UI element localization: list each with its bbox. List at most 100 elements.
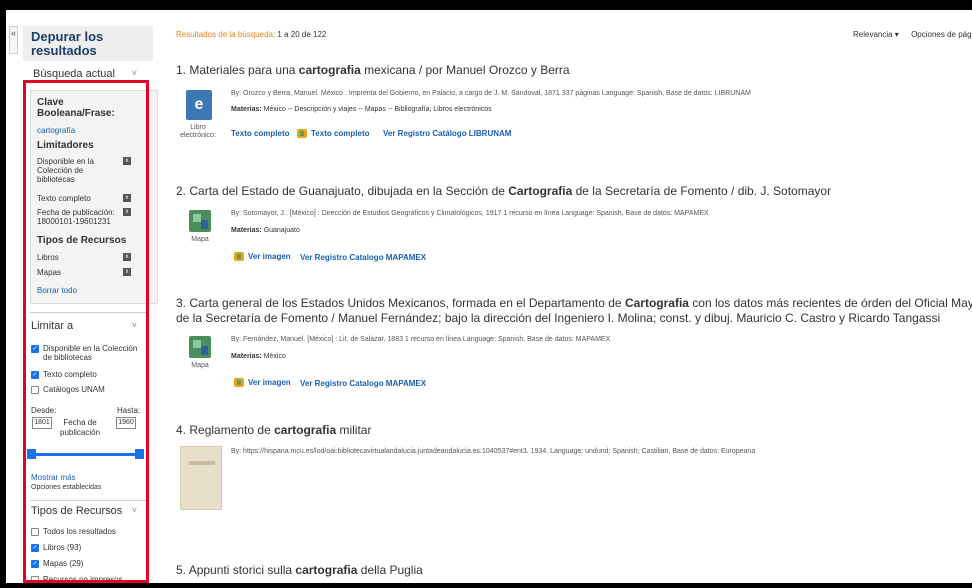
record-by-line: By: Sotomayor, J.. [México] : Dirección … (231, 210, 709, 217)
title-text: mexicana / por Manuel Orozco y Berra (360, 63, 570, 77)
keyword-value[interactable]: cartografía (37, 126, 75, 135)
record-title[interactable]: 2. Carta del Estado de Guanajuato, dibuj… (176, 184, 831, 199)
set-options-link[interactable]: Opciones establecidas (31, 484, 101, 491)
limit-option-full-text[interactable]: ✓ Texto completo (31, 370, 146, 379)
document-icon (297, 129, 307, 139)
date-to-label: Hasta: (117, 406, 141, 415)
format-label: Mapa (191, 362, 209, 369)
format-label: Mapa (191, 236, 209, 243)
subjects-value: Guanajuato (263, 227, 300, 234)
top-frame-bar (0, 0, 972, 10)
title-text: Materiales para una (189, 63, 299, 77)
subjects-value: México -- Descripción y viajes -- Mapas … (263, 106, 492, 113)
record-title[interactable]: 3. Carta general de los Estados Unidos M… (176, 296, 972, 311)
title-text: della Puglia (357, 563, 423, 577)
ebook-icon[interactable]: e (186, 90, 212, 120)
date-range-slider[interactable] (27, 449, 144, 459)
slider-handle-min[interactable] (27, 449, 36, 459)
date-to-input[interactable]: 1960 (116, 417, 136, 429)
type-option-books[interactable]: ✓ Libros (93) (31, 543, 146, 552)
date-from-input[interactable]: 1801 (32, 417, 52, 429)
checkbox-checked-icon[interactable]: ✓ (31, 544, 39, 552)
full-text-pdf-link[interactable]: Texto completo (297, 129, 370, 139)
remove-limiter-pub-date-icon[interactable]: x (123, 208, 131, 216)
type-books: Libros (37, 253, 59, 262)
title-text: Carta general de los Estados Unidos Mexi… (189, 296, 625, 310)
sort-bar: Relevancia ▾ Opciones de pág (853, 30, 972, 39)
type-option-all[interactable]: Todos los resultados (31, 527, 146, 536)
record-number: 3. (176, 296, 187, 310)
record-number: 4. (176, 423, 187, 437)
checkbox-checked-icon[interactable]: ✓ (31, 560, 39, 568)
limiter-full-text: Texto completo (37, 194, 91, 203)
map-icon[interactable] (189, 210, 211, 232)
title-highlight: cartografia (298, 63, 361, 77)
chevron-down-icon: ˅ (131, 505, 137, 515)
page-options-dropdown[interactable]: Opciones de pág (911, 30, 972, 39)
type-option-label: Todos los resultados (43, 527, 116, 536)
title-text: de la Secretaría de Fomento / dib. J. So… (572, 184, 832, 198)
title-highlight: cartografia (295, 563, 358, 577)
map-icon[interactable] (189, 336, 211, 358)
subjects-label: Materias: (231, 106, 262, 113)
resource-types-header[interactable]: Tipos de Recursos ˅ (31, 505, 137, 517)
type-option-maps[interactable]: ✓ Mapas (29) (31, 559, 146, 568)
record-title[interactable]: 4. Reglamento de cartografia militar (176, 423, 371, 438)
limit-to-header[interactable]: Limitar a ˅ (31, 320, 137, 332)
divider (30, 312, 148, 313)
view-record-link[interactable]: Ver Registro Catalogo MAPAMEX (300, 379, 426, 388)
image-icon (234, 252, 244, 262)
results-count: Resultados de la búsqueda: 1 a 20 de 122 (176, 30, 326, 39)
results-label: Resultados de la búsqueda: (176, 30, 276, 39)
checkbox-checked-icon[interactable]: ✓ (31, 345, 39, 353)
link-label: Texto completo (311, 129, 370, 138)
date-field-label: Fecha de publicación (60, 418, 101, 437)
results-range: 1 a 20 de 122 (277, 30, 327, 39)
chevron-down-icon: ˅ (131, 320, 137, 330)
view-record-link[interactable]: Ver Registro Catalogo MAPAMEX (300, 253, 426, 262)
thumbnail-detail (189, 461, 215, 465)
checkbox-checked-icon[interactable]: ✓ (31, 371, 39, 379)
subjects-label: Materias: (231, 227, 262, 234)
book-thumbnail[interactable] (180, 446, 222, 510)
link-label: Ver imagen (248, 378, 291, 387)
record-number: 5. (176, 563, 187, 577)
record-number: 2. (176, 184, 187, 198)
record-by-line: By: Fernández, Manuel. [México] : Lit. d… (231, 336, 611, 343)
collapse-sidebar-button[interactable]: « (9, 26, 18, 54)
view-record-link[interactable]: Ver Registro Catálogo LIBRUNAM (383, 129, 511, 138)
current-search-header[interactable]: Búsqueda actual ˅ (33, 68, 137, 80)
limiter-pub-date: Fecha de publicación: 18000101-19601231 (37, 208, 115, 226)
limit-option-unam-catalogs[interactable]: Catálogos UNAM (31, 385, 146, 394)
checkbox-unchecked-icon[interactable] (31, 386, 39, 394)
bottom-frame-bar (0, 583, 972, 588)
remove-limiter-full-text-icon[interactable]: x (123, 194, 131, 202)
type-option-label: Libros (93) (43, 543, 82, 552)
date-from-label: Desde: (31, 406, 57, 415)
limit-option-label: Catálogos UNAM (43, 385, 105, 394)
title-text: Appunti storici sulla (188, 563, 296, 577)
keyword-label: Clave Booleana/Frase: (37, 97, 115, 119)
image-icon (234, 378, 244, 388)
limiters-label: Limitadores (37, 140, 94, 151)
title-text: Carta del Estado de Guanajuato, dibujada… (189, 184, 509, 198)
full-text-link[interactable]: Texto completo (231, 129, 290, 138)
remove-type-books-icon[interactable]: x (123, 253, 131, 261)
clear-all-link[interactable]: Borrar todo (37, 286, 77, 295)
checkbox-unchecked-icon[interactable] (31, 528, 39, 536)
record-title-line2[interactable]: de la Secretaría de Fomento / Manuel Fer… (176, 311, 940, 326)
record-title[interactable]: 5. Appunti storici sulla cartografia del… (176, 563, 423, 578)
limit-option-available[interactable]: ✓ Disponible en la Colección de bibliote… (31, 344, 146, 362)
record-title[interactable]: 1. Materiales para una cartografia mexic… (176, 63, 570, 78)
show-more-link[interactable]: Mostrar más (31, 473, 75, 482)
slider-handle-max[interactable] (135, 449, 144, 459)
remove-type-maps-icon[interactable]: x (123, 268, 131, 276)
view-image-link[interactable]: Ver imagen (234, 378, 291, 388)
chevron-down-icon: ˅ (131, 68, 137, 78)
sort-relevance-dropdown[interactable]: Relevancia ▾ (853, 30, 899, 39)
type-maps: Mapas (37, 268, 62, 277)
divider (30, 500, 148, 501)
record-by-line: By: https://hispana.mcu.es/lod/oai:bibli… (231, 448, 756, 455)
view-image-link[interactable]: Ver imagen (234, 252, 291, 262)
remove-limiter-available-icon[interactable]: x (123, 157, 131, 165)
